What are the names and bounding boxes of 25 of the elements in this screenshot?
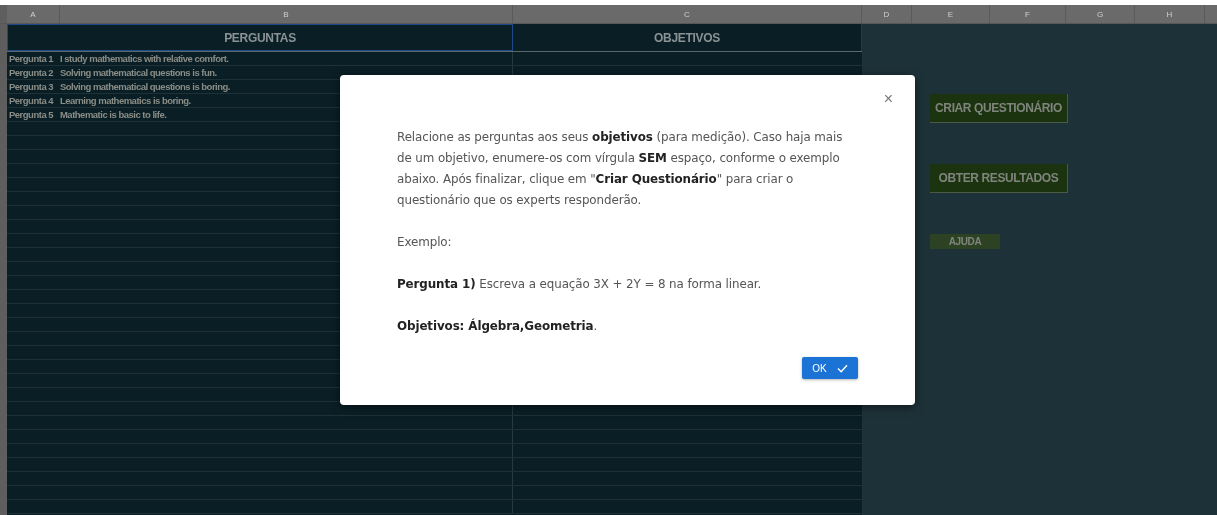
sheet-button[interactable]: CRIAR QUESTIONÁRIO: [930, 94, 1068, 123]
dialog-text: Exemplo:: [397, 234, 453, 251]
dialog-text: Pergunta 1) Escreva a equação 3X + 2Y = 8 na forma linear.: [397, 276, 763, 293]
ok-button[interactable]: OK: [802, 357, 858, 379]
dialog-text: Objetivos: Álgebra,Geometria.: [397, 317, 599, 335]
close-button[interactable]: ×: [883, 90, 893, 108]
table-cell-text: Pergunta 2: [8, 66, 55, 79]
table-cell-text: Pergunta 5: [8, 108, 55, 121]
column-header[interactable]: G: [1096, 9, 1104, 19]
table-cell: I study mathematics with relative comfort.: [59, 52, 514, 65]
column-header[interactable]: E: [947, 9, 954, 19]
header-cell[interactable]: PERGUNTAS: [7, 24, 513, 51]
check-icon: [836, 363, 848, 373]
column-header[interactable]: A: [30, 9, 36, 19]
column-header[interactable]: B: [283, 9, 289, 19]
column-header[interactable]: F: [1025, 9, 1030, 19]
sheet-button[interactable]: AJUDA: [930, 234, 1000, 249]
column-header[interactable]: D: [883, 9, 890, 19]
sheet-button[interactable]: OBTER RESULTADOS: [930, 164, 1068, 193]
dialog-text: Relacione as perguntas aos seus objetivos (para medição). Caso haja mais de um objetivo, enumere-os com vírgula SEM espaço, conforme o exemplo abaixo. Após finalizar, clique em "Criar Questionário" para criar o questionário que os experts responderão.: [397, 129, 844, 209]
column-header[interactable]: C: [684, 9, 690, 19]
table-cell-text: Pergunta 4: [8, 94, 55, 107]
column-header[interactable]: H: [1166, 9, 1173, 19]
table-cell-text: Pergunta 1: [8, 52, 55, 65]
table-cell-text: Pergunta 3: [8, 80, 55, 93]
